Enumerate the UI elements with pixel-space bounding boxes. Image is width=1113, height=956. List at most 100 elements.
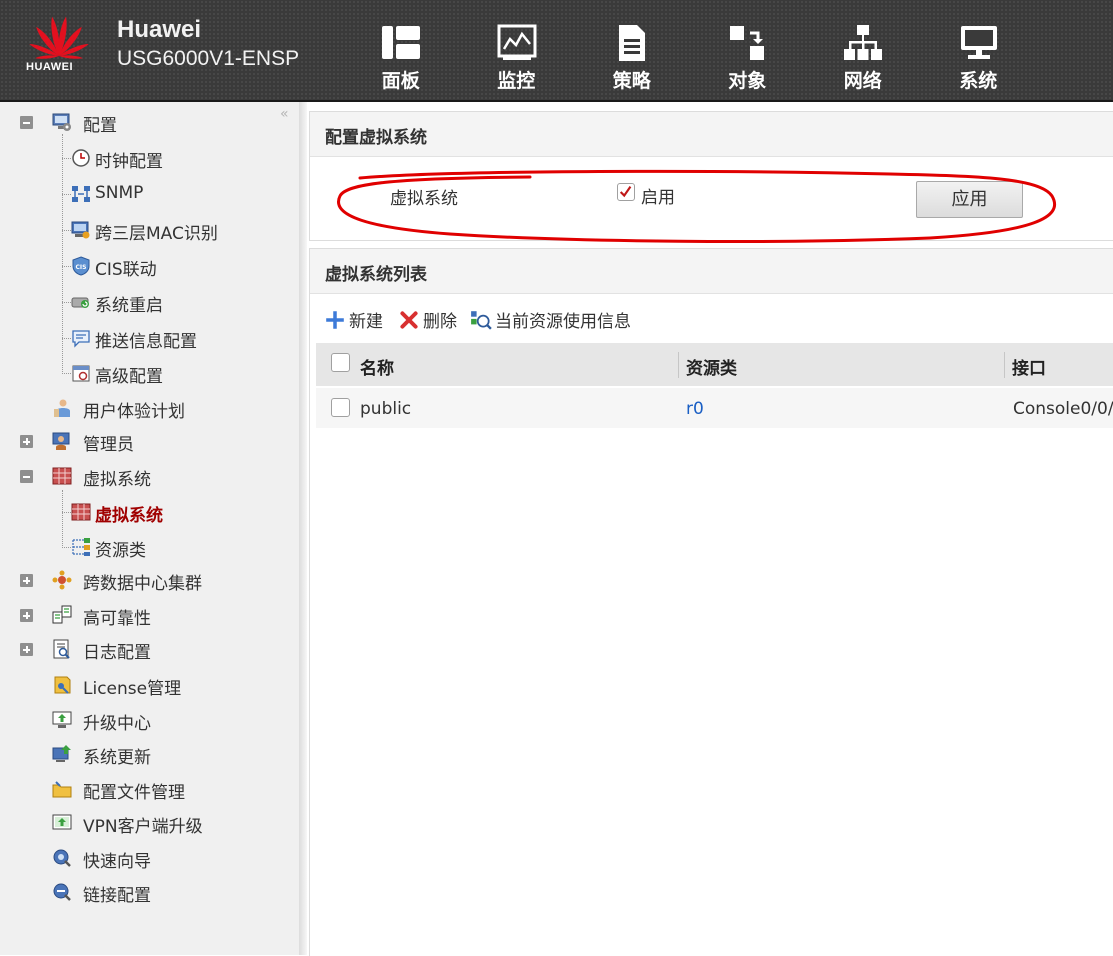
- resource-usage-button[interactable]: 当前资源使用信息: [470, 307, 631, 332]
- sidebar-item-label: 升级中心: [83, 714, 151, 734]
- sidebar-item-label: 快速向导: [83, 852, 151, 872]
- resource-usage-icon: [471, 310, 492, 330]
- nav-monitor[interactable]: 监控: [459, 0, 575, 100]
- sidebar-item-label: 高可靠性: [83, 609, 151, 629]
- device-model: USG6000V1-ENSP: [117, 47, 300, 70]
- sidebar-item-restart[interactable]: 系统重启: [0, 290, 280, 316]
- panel-title: 配置虚拟系统: [325, 128, 427, 148]
- sidebar-item-quick-wizard[interactable]: 快速向导: [0, 846, 280, 872]
- sidebar-item-user-experience[interactable]: 用户体验计划: [0, 396, 280, 422]
- nav-dashboard[interactable]: 面板: [343, 0, 459, 100]
- nav-system[interactable]: 系统: [921, 0, 1037, 100]
- brand-name: Huawei: [117, 16, 202, 43]
- vpn-icon: [52, 814, 72, 830]
- sidebar-item-label: 管理员: [83, 435, 134, 455]
- main-nav: 面板 监控 策略 对象 网络 系统: [343, 0, 1036, 100]
- sidebar-collapse-icon[interactable]: «: [280, 106, 289, 122]
- nav-network[interactable]: 网络: [805, 0, 921, 100]
- sidebar-item-config-file[interactable]: 配置文件管理: [0, 777, 280, 803]
- sidebar-item-advanced-config[interactable]: 高级配置: [0, 361, 280, 387]
- network-icon: [844, 25, 882, 60]
- sidebar-item-label: 推送信息配置: [95, 332, 197, 352]
- sidebar-item-l3-mac[interactable]: 跨三层MAC识别: [0, 218, 280, 244]
- advanced-icon: [72, 365, 90, 382]
- sidebar-item-link-config[interactable]: 链接配置: [0, 880, 280, 906]
- svg-text:CIS: CIS: [76, 264, 87, 271]
- license-icon: [54, 676, 71, 694]
- enable-checkbox[interactable]: [617, 183, 635, 201]
- column-header-name[interactable]: 名称: [360, 354, 394, 379]
- table-row[interactable]: public r0 Console0/0/0: [316, 388, 1113, 428]
- sidebar-item-vsys-group[interactable]: 虚拟系统: [0, 464, 280, 490]
- column-header-resource-class[interactable]: 资源类: [686, 354, 737, 379]
- sidebar-item-system-update[interactable]: 系统更新: [0, 742, 280, 768]
- panel-header: 虚拟系统列表: [310, 249, 1113, 294]
- clock-icon: [72, 149, 90, 167]
- sidebar-item-label: 虚拟系统: [83, 470, 151, 490]
- apply-button[interactable]: 应用: [916, 181, 1023, 218]
- sidebar-item-vsys[interactable]: 虚拟系统: [0, 500, 280, 526]
- monitor-icon: [497, 24, 536, 60]
- collapse-icon[interactable]: [20, 116, 33, 129]
- cluster-icon: [52, 570, 72, 590]
- sidebar-item-log-config[interactable]: 日志配置: [0, 637, 280, 663]
- nav-label: 网络: [843, 70, 882, 92]
- sidebar-item-ha[interactable]: 高可靠性: [0, 603, 280, 629]
- sidebar-item-label: 用户体验计划: [83, 402, 185, 422]
- sidebar-item-label: 高级配置: [95, 367, 163, 387]
- sidebar-item-config[interactable]: 配置: [0, 110, 280, 136]
- nav-label: 系统: [959, 70, 998, 92]
- mac-icon: [71, 221, 90, 239]
- nav-label: 策略: [612, 70, 651, 92]
- nav-object[interactable]: 对象: [690, 0, 806, 100]
- sidebar-item-label: VPN客户端升级: [83, 817, 203, 837]
- restart-icon: [71, 297, 89, 308]
- checkmark-icon: [619, 186, 632, 198]
- cell-name: public: [360, 399, 412, 419]
- vsys-icon: [71, 503, 91, 521]
- select-all-checkbox[interactable]: [331, 353, 350, 372]
- vsys-field-label: 虚拟系统: [390, 189, 458, 209]
- sidebar-item-license[interactable]: License管理: [0, 673, 280, 699]
- cis-icon: CIS: [72, 256, 90, 276]
- sidebar-item-vpn-upgrade[interactable]: VPN客户端升级: [0, 811, 280, 837]
- policy-icon: [619, 25, 645, 61]
- collapse-icon[interactable]: [20, 470, 33, 483]
- config-file-icon: [52, 781, 72, 798]
- object-icon: [729, 26, 764, 60]
- cell-interface: Console0/0/0: [1013, 399, 1113, 419]
- sidebar-item-label: 跨数据中心集群: [83, 574, 202, 594]
- sidebar-item-dc-cluster[interactable]: 跨数据中心集群: [0, 568, 280, 594]
- wizard-icon: [53, 849, 71, 867]
- sidebar-item-snmp[interactable]: SNMP: [0, 182, 280, 206]
- expand-icon[interactable]: [20, 435, 33, 448]
- expand-icon[interactable]: [20, 609, 33, 622]
- sidebar-item-label: 系统更新: [83, 748, 151, 768]
- delete-button[interactable]: 删除: [398, 307, 457, 332]
- expand-icon[interactable]: [20, 574, 33, 587]
- update-icon: [52, 745, 71, 762]
- nav-label: 监控: [497, 70, 536, 92]
- row-checkbox[interactable]: [331, 398, 350, 417]
- sidebar-item-clock-config[interactable]: 时钟配置: [0, 146, 280, 172]
- sidebar-item-label: 配置文件管理: [83, 783, 185, 803]
- new-button[interactable]: 新建: [324, 307, 383, 332]
- column-header-interface[interactable]: 接口: [1012, 354, 1046, 379]
- cell-resource-class-link[interactable]: r0: [686, 399, 704, 419]
- sidebar-item-upgrade-center[interactable]: 升级中心: [0, 708, 280, 734]
- user-experience-icon: [54, 399, 70, 417]
- nav-policy[interactable]: 策略: [574, 0, 690, 100]
- vsys-icon: [52, 467, 72, 485]
- expand-icon[interactable]: [20, 643, 33, 656]
- config-icon: [52, 113, 71, 131]
- sidebar-item-label: 配置: [83, 116, 117, 136]
- sidebar-item-cis[interactable]: CIS CIS联动: [0, 254, 280, 280]
- link-icon: [53, 883, 71, 901]
- sidebar-item-resource-class[interactable]: 资源类: [0, 535, 280, 561]
- sidebar-item-push-config[interactable]: 推送信息配置: [0, 326, 280, 352]
- column-separator: [678, 352, 679, 378]
- sidebar-item-admin[interactable]: 管理员: [0, 429, 280, 455]
- sidebar-item-label: 跨三层MAC识别: [95, 224, 218, 244]
- sidebar-item-label: SNMP: [95, 183, 144, 203]
- config-vsys-panel: 配置虚拟系统: [309, 111, 1113, 241]
